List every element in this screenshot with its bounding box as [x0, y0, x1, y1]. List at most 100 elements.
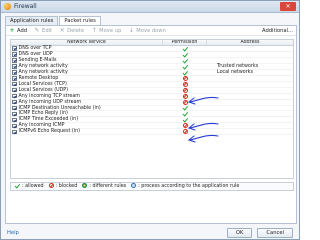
column-header-permission[interactable]: Permission	[163, 40, 207, 45]
ok-button[interactable]: OK	[226, 228, 253, 238]
permission-cell[interactable]	[163, 87, 207, 93]
network-service-cell: Local Services (UDP)	[11, 88, 163, 93]
rule-enabled-checkbox[interactable]	[12, 129, 17, 135]
rule-enabled-checkbox[interactable]	[12, 111, 17, 117]
network-service-cell: Any network activity	[11, 70, 163, 75]
check-icon	[183, 117, 188, 122]
add-button[interactable]: + Add	[9, 26, 27, 34]
move-down-label: Move down	[136, 27, 166, 34]
rule-enabled-checkbox[interactable]	[12, 70, 17, 75]
rule-enabled-checkbox[interactable]	[12, 81, 17, 87]
rule-enabled-checkbox[interactable]	[12, 123, 17, 129]
packet-rules-table: Network service Permission Address DNS o…	[10, 39, 294, 179]
network-service-cell: Any incoming ICMP	[11, 123, 163, 128]
network-service-label: Any network activity	[18, 63, 68, 69]
network-service-label: Local Services (UDP)	[18, 87, 69, 93]
network-service-label: Sending E-Mails	[18, 57, 57, 63]
help-link[interactable]: Help	[7, 230, 19, 236]
rule-enabled-checkbox[interactable]	[12, 93, 17, 99]
different-rules-icon	[82, 183, 88, 188]
delete-icon: ✕	[59, 26, 65, 34]
rule-enabled-checkbox[interactable]	[12, 52, 17, 57]
additional-label: Additional...	[262, 27, 293, 34]
plus-icon: +	[9, 26, 15, 34]
permission-cell[interactable]	[163, 58, 207, 63]
block-icon	[182, 75, 188, 81]
permission-cell[interactable]	[163, 64, 207, 69]
network-service-cell: DNS over TCP	[11, 46, 163, 51]
check-icon	[183, 52, 188, 57]
legend-process-label: : process according to the application r…	[138, 184, 240, 189]
legend-allowed: : allowed	[15, 183, 44, 190]
permission-cell[interactable]	[163, 123, 207, 129]
network-service-label: Local Services (TCP)	[18, 81, 67, 87]
firewall-icon	[4, 3, 11, 10]
legend-allowed-label: : allowed	[22, 184, 44, 189]
network-service-cell: ICMP Destination Unreachable (in)	[11, 106, 163, 111]
block-icon	[182, 93, 188, 99]
delete-button[interactable]: ✕ Delete	[59, 26, 85, 34]
network-service-label: Any network activity	[18, 69, 68, 75]
rule-enabled-checkbox[interactable]	[12, 64, 17, 69]
window-title: Firewall	[14, 3, 37, 10]
packet-rules-panel: + Add ✎ Edit ✕ Delete ↑ Move up ↓ Move d…	[5, 25, 297, 224]
permission-cell[interactable]	[163, 75, 207, 81]
network-service-cell: Any incoming TCP stream	[11, 94, 163, 99]
network-service-label: Any incoming ICMP	[18, 123, 65, 129]
tab-application-rules[interactable]: Application rules	[5, 16, 59, 25]
permission-cell[interactable]	[163, 129, 207, 135]
column-header-network-service[interactable]: Network service	[11, 40, 163, 45]
cancel-button[interactable]: Cancel	[257, 228, 293, 238]
network-service-label: ICMP Destination Unreachable (in)	[18, 105, 101, 111]
additional-button[interactable]: Additional...	[262, 28, 293, 34]
rule-enabled-checkbox[interactable]	[12, 76, 17, 81]
arrow-down-icon: ↓	[128, 26, 134, 34]
column-header-address[interactable]: Address	[207, 40, 293, 45]
network-service-label: Remote Desktop	[18, 75, 59, 81]
block-icon	[182, 87, 188, 93]
table-row[interactable]: ICMPv6 Echo Request (in)	[11, 129, 293, 136]
edit-button[interactable]: ✎ Edit	[34, 26, 53, 34]
legend-different-label: : different rules	[89, 184, 127, 189]
check-icon	[183, 46, 188, 51]
legend-blocked: : blocked	[48, 183, 78, 190]
block-icon	[182, 81, 188, 87]
permission-cell[interactable]	[163, 93, 207, 99]
toolbar: + Add ✎ Edit ✕ Delete ↑ Move up ↓ Move d…	[6, 26, 296, 36]
network-service-cell: Any network activity	[11, 64, 163, 69]
rule-enabled-checkbox[interactable]	[12, 87, 17, 93]
legend: : allowed : blocked : different rules : …	[10, 182, 294, 191]
pencil-icon: ✎	[34, 26, 40, 34]
permission-cell[interactable]	[163, 70, 207, 75]
address-cell: Trusted networks	[217, 63, 259, 69]
network-service-cell: ICMPv6 Echo Request (in)	[11, 129, 163, 134]
delete-label: Delete	[67, 27, 85, 34]
permission-cell[interactable]	[163, 117, 207, 122]
close-button[interactable]: ✕	[280, 2, 296, 11]
block-icon	[182, 123, 188, 129]
network-service-cell: Local Services (TCP)	[11, 82, 163, 87]
permission-cell[interactable]	[163, 46, 207, 51]
rule-enabled-checkbox[interactable]	[12, 105, 17, 111]
permission-cell[interactable]	[163, 52, 207, 57]
network-service-cell: Sending E-Mails	[11, 58, 163, 63]
permission-cell[interactable]	[163, 81, 207, 87]
rule-enabled-checkbox[interactable]	[12, 46, 17, 51]
title-bar: Firewall ✕	[1, 1, 299, 13]
edit-label: Edit	[42, 27, 53, 34]
rule-enabled-checkbox[interactable]	[12, 58, 17, 63]
move-up-button[interactable]: ↑ Move up	[91, 27, 122, 34]
network-service-cell: ICMP Echo Reply (in)	[11, 111, 163, 116]
network-service-label: DNS over TCP	[18, 45, 52, 51]
network-service-cell: Any incoming UDP stream	[11, 100, 163, 105]
check-icon	[183, 58, 188, 63]
move-down-button[interactable]: ↓ Move down	[128, 26, 166, 34]
rule-enabled-checkbox[interactable]	[12, 99, 17, 105]
rule-enabled-checkbox[interactable]	[12, 117, 17, 123]
check-icon	[183, 64, 188, 69]
block-icon	[182, 129, 188, 135]
network-service-label: DNS over UDP	[18, 51, 53, 57]
legend-blocked-label: : blocked	[55, 184, 78, 189]
network-service-label: ICMPv6 Echo Request (in)	[18, 129, 81, 135]
dialog-footer: Help OK Cancel	[1, 226, 299, 240]
